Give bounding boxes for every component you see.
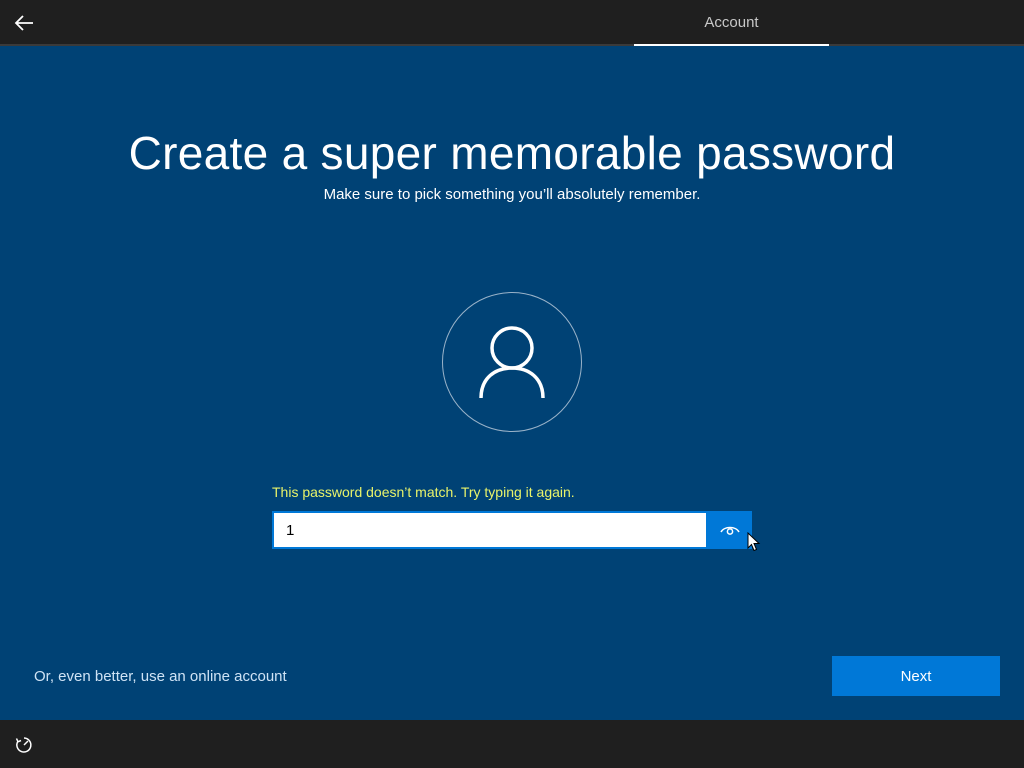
bottom-bar	[0, 720, 1024, 768]
avatar	[442, 292, 582, 432]
online-account-link[interactable]: Or, even better, use an online account	[34, 668, 287, 685]
password-error-message: This password doesn’t match. Try typing …	[272, 484, 575, 500]
main-panel: Create a super memorable password Make s…	[0, 48, 1024, 720]
reveal-password-button[interactable]	[708, 511, 752, 549]
ease-of-access-icon	[15, 737, 32, 753]
mouse-cursor-icon	[747, 532, 761, 552]
password-field-group	[272, 511, 752, 549]
page-subtitle: Make sure to pick something you’ll absol…	[323, 186, 701, 203]
eye-icon	[720, 526, 740, 535]
ease-of-access-button[interactable]	[12, 734, 36, 756]
back-arrow-icon	[14, 15, 33, 31]
back-button[interactable]	[8, 6, 40, 40]
user-icon	[479, 326, 545, 399]
page-title: Create a super memorable password	[128, 127, 896, 179]
password-input[interactable]	[272, 511, 708, 549]
tab-account: Account	[634, 0, 829, 46]
top-bar: Account	[0, 0, 1024, 46]
next-button[interactable]: Next	[832, 656, 1000, 696]
